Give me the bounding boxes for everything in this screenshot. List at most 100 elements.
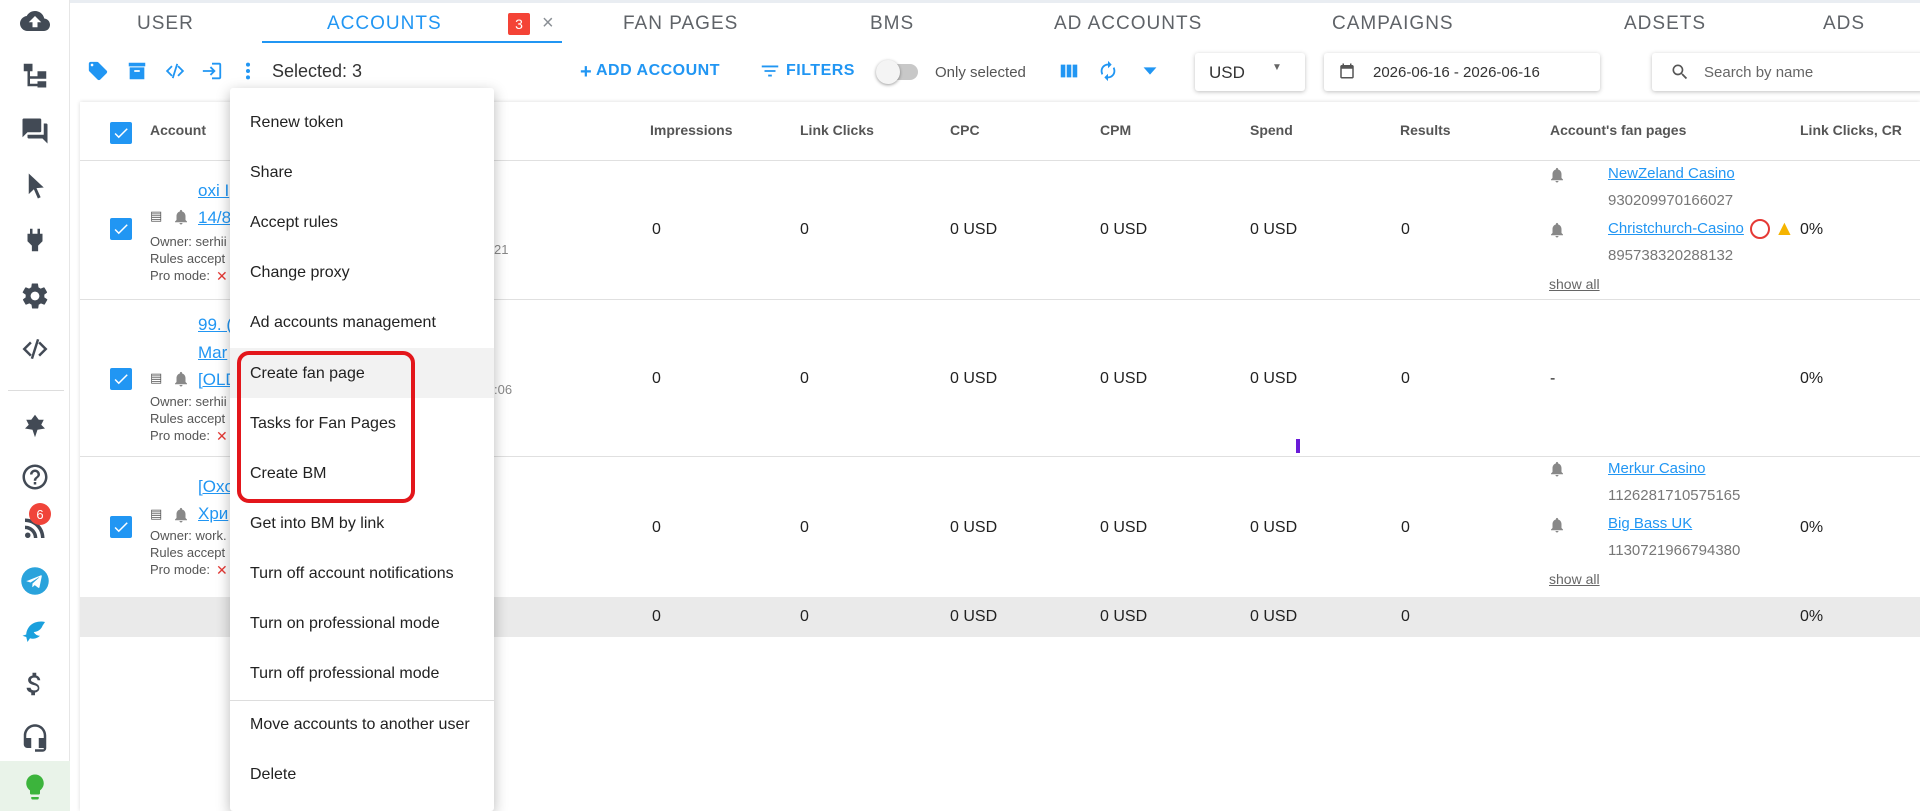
tab-ad-accounts[interactable]: AD ACCOUNTS xyxy=(1054,13,1202,35)
header-link-clicks[interactable]: Link Clicks xyxy=(800,122,874,138)
refresh-icon[interactable] xyxy=(1097,60,1121,84)
tab-fan-pages[interactable]: FAN PAGES xyxy=(623,13,738,35)
add-account-button[interactable]: ADD ACCOUNT xyxy=(596,62,720,80)
tab-accounts[interactable]: ACCOUNTS xyxy=(327,13,442,35)
header-impressions[interactable]: Impressions xyxy=(650,122,732,138)
total-results: 0 xyxy=(1401,608,1410,625)
login-icon[interactable] xyxy=(201,60,225,84)
dropdown-arrow-icon[interactable] xyxy=(1139,60,1163,84)
menu-item-accept-rules[interactable]: Accept rules xyxy=(250,214,338,232)
search-icon xyxy=(1670,62,1694,86)
account-name-line2[interactable]: Хри xyxy=(198,504,228,524)
fan-page-link[interactable]: NewZeland Casino xyxy=(1608,165,1735,182)
account-name-line2[interactable]: Mar xyxy=(198,343,227,363)
filter-icon[interactable] xyxy=(759,60,783,84)
tab-accounts-close-icon[interactable]: × xyxy=(542,12,554,35)
fan-page-link[interactable]: Big Bass UK xyxy=(1608,515,1692,532)
menu-item-change-proxy[interactable]: Change proxy xyxy=(250,264,350,282)
account-name[interactable]: oxi I xyxy=(198,181,229,201)
account-name-line2[interactable]: 14/8 xyxy=(198,208,231,228)
pro-mode-off-icon: ✕ xyxy=(216,268,228,284)
book-icon[interactable]: ▤ xyxy=(150,506,162,522)
fan-page-link[interactable]: Merkur Casino xyxy=(1608,460,1706,477)
book-icon[interactable]: ▤ xyxy=(150,208,162,224)
bell-icon[interactable] xyxy=(1548,166,1566,189)
tab-adsets[interactable]: ADSETS xyxy=(1624,13,1706,35)
select-all-checkbox[interactable] xyxy=(110,122,132,144)
header-results[interactable]: Results xyxy=(1400,122,1451,138)
dollar-icon[interactable] xyxy=(15,664,55,704)
cr-value: 0% xyxy=(1800,370,1824,387)
plug-icon[interactable] xyxy=(15,220,55,260)
account-name[interactable]: [Oxo xyxy=(198,477,234,497)
menu-item-turn-on-pro-mode[interactable]: Turn on professional mode xyxy=(250,615,440,633)
more-vert-icon[interactable] xyxy=(237,60,261,84)
menu-item-renew-token[interactable]: Renew token xyxy=(250,114,343,132)
header-account[interactable]: Account xyxy=(150,122,206,138)
menu-item-turn-off-pro-mode[interactable]: Turn off professional mode xyxy=(250,665,439,683)
total-cpc: 0 USD xyxy=(950,608,998,625)
highlight-annotation-frame xyxy=(237,351,415,503)
header-cpc[interactable]: CPC xyxy=(950,122,980,138)
top-tabs: USER ACCOUNTS 3 × FAN PAGES BMS AD ACCOU… xyxy=(70,0,1920,43)
toggle-knob[interactable] xyxy=(876,60,900,84)
link-clicks-value: 0 xyxy=(800,370,809,387)
tag-icon[interactable] xyxy=(87,60,111,84)
chat-icon[interactable] xyxy=(15,111,55,151)
tab-campaigns[interactable]: CAMPAIGNS xyxy=(1332,13,1454,35)
dolphin-icon[interactable] xyxy=(15,612,55,652)
menu-item-share[interactable]: Share xyxy=(250,164,293,182)
show-all-link[interactable]: show all xyxy=(1549,276,1600,292)
filters-button[interactable]: FILTERS xyxy=(786,62,855,80)
chevron-down-icon[interactable]: ▼ xyxy=(1272,62,1282,73)
header-fan-pages[interactable]: Account's fan pages xyxy=(1550,122,1686,138)
account-name[interactable]: 99. ( xyxy=(198,315,232,335)
menu-item-get-into-bm[interactable]: Get into BM by link xyxy=(250,515,384,533)
tab-ads[interactable]: ADS xyxy=(1823,13,1865,35)
header-link-clicks-cr[interactable]: Link Clicks, CR xyxy=(1800,122,1902,138)
bell-icon[interactable] xyxy=(172,208,190,231)
cloud-upload-icon[interactable] xyxy=(15,1,55,41)
lightbulb-icon[interactable] xyxy=(15,767,55,807)
bell-icon[interactable] xyxy=(172,370,190,393)
show-all-link[interactable]: show all xyxy=(1549,571,1600,587)
book-icon[interactable]: ▤ xyxy=(150,370,162,386)
calendar-icon[interactable] xyxy=(1338,62,1362,86)
archive-icon[interactable] xyxy=(126,60,150,84)
row-checkbox[interactable] xyxy=(110,218,132,240)
cpm-value: 0 USD xyxy=(1100,221,1148,238)
row-checkbox[interactable] xyxy=(110,516,132,538)
bell-icon[interactable] xyxy=(172,506,190,529)
avatar-icon[interactable] xyxy=(15,406,55,446)
row-checkbox[interactable] xyxy=(110,368,132,390)
cursor-icon[interactable] xyxy=(15,166,55,206)
menu-item-ad-accounts-management[interactable]: Ad accounts management xyxy=(250,314,436,332)
headset-icon[interactable] xyxy=(15,718,55,758)
impressions-value: 0 xyxy=(652,221,661,238)
menu-item-delete[interactable]: Delete xyxy=(250,766,296,784)
bell-icon[interactable] xyxy=(1548,516,1566,539)
spend-value: 0 USD xyxy=(1250,221,1298,238)
menu-item-move-accounts[interactable]: Move accounts to another user xyxy=(250,716,470,734)
bell-icon[interactable] xyxy=(1548,460,1566,483)
code-icon[interactable] xyxy=(164,60,188,84)
header-spend[interactable]: Spend xyxy=(1250,122,1293,138)
bell-icon[interactable] xyxy=(1548,221,1566,244)
gear-icon[interactable] xyxy=(15,276,55,316)
hierarchy-icon[interactable] xyxy=(15,55,55,95)
cpm-value: 0 USD xyxy=(1100,519,1148,536)
sidebar: 6 xyxy=(0,0,70,811)
code-icon[interactable] xyxy=(15,329,55,369)
spend-value: 0 USD xyxy=(1250,519,1298,536)
fan-page-link[interactable]: Christchurch-Casino xyxy=(1608,220,1744,237)
columns-icon[interactable] xyxy=(1058,60,1082,84)
rules-text: Rules accept xyxy=(150,411,226,426)
tab-user[interactable]: USER xyxy=(137,13,194,35)
menu-item-turn-off-notifications[interactable]: Turn off account notifications xyxy=(250,565,454,583)
currency-value: USD xyxy=(1209,63,1245,82)
telegram-icon[interactable] xyxy=(15,561,55,601)
help-icon[interactable] xyxy=(15,457,55,497)
plus-icon[interactable]: + xyxy=(580,61,592,84)
tab-bms[interactable]: BMS xyxy=(870,13,914,35)
header-cpm[interactable]: CPM xyxy=(1100,122,1131,138)
